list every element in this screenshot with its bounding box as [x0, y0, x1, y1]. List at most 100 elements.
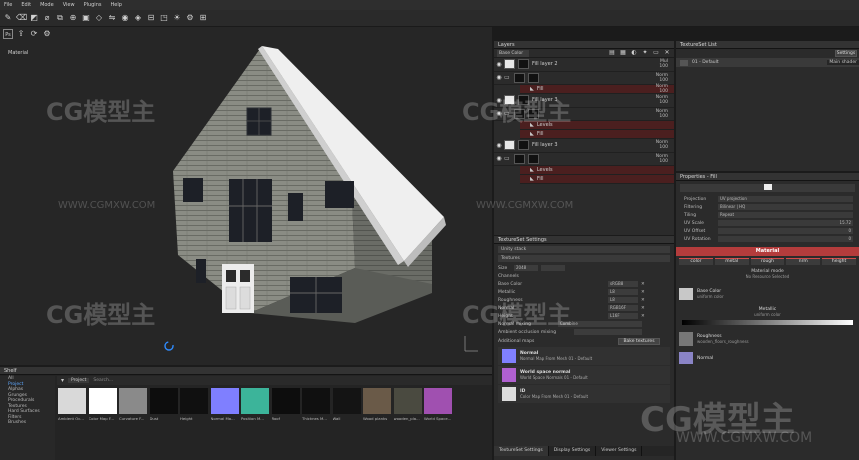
add-folder-icon[interactable]: ▭	[652, 48, 660, 58]
shelf-item-thumbnail[interactable]	[119, 388, 147, 414]
chip-metal[interactable]: metal	[714, 258, 749, 265]
export-icon[interactable]: ⇪	[16, 29, 26, 39]
folder-icon[interactable]: ▭	[504, 155, 510, 162]
photoshop-export-icon[interactable]: Ps	[3, 29, 13, 39]
channel-format-select[interactable]: L8	[608, 297, 638, 303]
mask-thumbnail[interactable]	[527, 72, 539, 83]
shelf-item[interactable]: Height	[180, 388, 208, 421]
textureset-checkbox[interactable]	[680, 59, 688, 66]
shelf-item-thumbnail[interactable]	[149, 388, 178, 414]
shelf-item[interactable]: wooden_pla...	[393, 388, 422, 421]
shelf-item[interactable]: World Space...	[424, 388, 452, 421]
remove-channel-icon[interactable]: ✕	[641, 306, 645, 311]
shelf-search-input[interactable]: Search...	[93, 378, 113, 383]
shelf-item-thumbnail[interactable]	[332, 388, 361, 414]
menu-help[interactable]: Help	[110, 2, 121, 8]
shelf-item-thumbnail[interactable]	[58, 388, 86, 414]
layer-blend-value[interactable]: Norm 100	[648, 84, 674, 94]
filtering-select[interactable]: Bilinear | HQ	[718, 204, 853, 210]
mask-thumbnail[interactable]	[518, 59, 529, 70]
layer-row[interactable]: ◣ Fill	[520, 130, 674, 139]
textureset-settings-button[interactable]: Settings	[835, 50, 857, 57]
menu-edit[interactable]: Edit	[21, 2, 31, 8]
chip-rough[interactable]: rough	[750, 258, 785, 265]
shelf-filter-chip[interactable]: Project	[68, 378, 90, 383]
add-layer-icon[interactable]: ▤	[608, 48, 616, 58]
delete-layer-icon[interactable]: ✕	[663, 48, 671, 58]
ao-mixing-select[interactable]	[574, 329, 642, 335]
settings-icon[interactable]: ⚙	[185, 13, 195, 23]
bake-icon[interactable]: ⟳	[29, 29, 39, 39]
tab-display-settings[interactable]: Display Settings	[549, 446, 597, 456]
shelf-category[interactable]: Brushes	[0, 420, 55, 426]
normal-thumbnail[interactable]	[679, 352, 693, 364]
symmetry-icon[interactable]: ⇋	[107, 13, 117, 23]
add-mask-icon[interactable]: ◐	[630, 48, 638, 58]
render-icon[interactable]: ◈	[133, 13, 143, 23]
shelf-item-thumbnail[interactable]	[363, 388, 391, 414]
paint-brush-icon[interactable]: ✎	[3, 13, 13, 23]
visibility-eye-icon[interactable]: ◉	[494, 61, 504, 68]
tab-textureset-settings[interactable]: TextureSet Settings	[494, 446, 549, 456]
stack-field[interactable]: Unity stack	[498, 246, 670, 253]
fill-icon[interactable]: ▣	[81, 13, 91, 23]
polygon-fill-icon[interactable]: ◇	[94, 13, 104, 23]
shelf-filter-icon[interactable]: ▾	[61, 377, 64, 384]
uv-rotation-slider[interactable]: 0	[718, 236, 853, 242]
folder-icon[interactable]: ▭	[504, 74, 510, 81]
remove-channel-icon[interactable]: ✕	[641, 290, 645, 295]
channel-format-select[interactable]: RGB16F	[608, 305, 638, 311]
layer-blend-value[interactable]: Mul 100	[648, 59, 674, 69]
additional-map-row[interactable]: Normal Normal Map From Mesh 01 - Default	[498, 347, 670, 365]
chip-height[interactable]: height	[822, 258, 856, 265]
mask-thumbnail[interactable]	[518, 140, 529, 151]
shelf-item-thumbnail[interactable]	[241, 388, 269, 414]
visibility-eye-icon[interactable]: ◉	[494, 74, 504, 81]
view-icon[interactable]: ⊟	[146, 13, 156, 23]
layer-blend-value[interactable]: Norm 100	[648, 95, 674, 105]
shelf-item[interactable]: Dust	[149, 388, 178, 421]
size-select[interactable]: 2048	[514, 265, 538, 271]
smudge-icon[interactable]: ⌀	[42, 13, 52, 23]
blend-channel-select[interactable]: Base Color	[497, 49, 529, 57]
add-fill-icon[interactable]: ▦	[619, 48, 627, 58]
layer-blend-value[interactable]: Norm 100	[648, 154, 674, 164]
layer-row[interactable]: ◣ Levels	[520, 166, 674, 175]
shelf-item-thumbnail[interactable]	[393, 388, 422, 414]
shelf-item-thumbnail[interactable]	[210, 388, 239, 414]
layer-row[interactable]: ◣ Fill	[520, 175, 674, 184]
base-color-swatch[interactable]	[679, 288, 693, 300]
display-icon[interactable]: ◳	[159, 13, 169, 23]
channel-format-select[interactable]: L16F	[608, 313, 638, 319]
mask-thumbnail[interactable]	[527, 153, 539, 164]
layer-opacity[interactable]: 100	[648, 159, 668, 164]
roughness-thumbnail[interactable]	[679, 332, 693, 346]
layer-opacity[interactable]: 100	[648, 114, 668, 119]
projection-icon[interactable]: ◩	[29, 13, 39, 23]
layer-row[interactable]: ◉ Fill layer 3 Norm 100	[494, 139, 674, 153]
tiling-select[interactable]: Repeat	[718, 212, 853, 218]
shelf-item-thumbnail[interactable]	[88, 388, 117, 414]
gear-icon[interactable]: ⚙	[42, 29, 52, 39]
shelf-item[interactable]: Curvature F...	[119, 388, 147, 421]
picker-icon[interactable]: ⊕	[68, 13, 78, 23]
bake-textures-button[interactable]: Bake textures	[618, 337, 660, 345]
layer-blend-value[interactable]: Norm 100	[648, 140, 674, 150]
layer-row[interactable]: ◉ ▭ Norm 100	[494, 153, 674, 166]
layer-row[interactable]: ◉ ▭ Norm 100	[494, 72, 674, 85]
shelf-item[interactable]: Position M...	[241, 388, 269, 421]
size-link-icon[interactable]	[541, 265, 565, 271]
metallic-gradient-slider[interactable]	[682, 320, 853, 325]
layer-opacity[interactable]: 100	[648, 78, 668, 83]
camera-icon[interactable]: ◉	[120, 13, 130, 23]
remove-channel-icon[interactable]: ✕	[641, 282, 645, 287]
layer-opacity[interactable]: 100	[648, 145, 668, 150]
add-effect-icon[interactable]: ✦	[641, 48, 649, 58]
eraser-icon[interactable]: ⌫	[16, 13, 27, 23]
menu-view[interactable]: View	[63, 2, 75, 8]
visibility-eye-icon[interactable]: ◉	[494, 142, 504, 149]
shelf-item[interactable]: Roof	[271, 388, 300, 421]
shelf-item-thumbnail[interactable]	[271, 388, 300, 414]
menu-plugins[interactable]: Plugins	[84, 2, 102, 8]
projection-select[interactable]: UV projection	[718, 196, 853, 202]
